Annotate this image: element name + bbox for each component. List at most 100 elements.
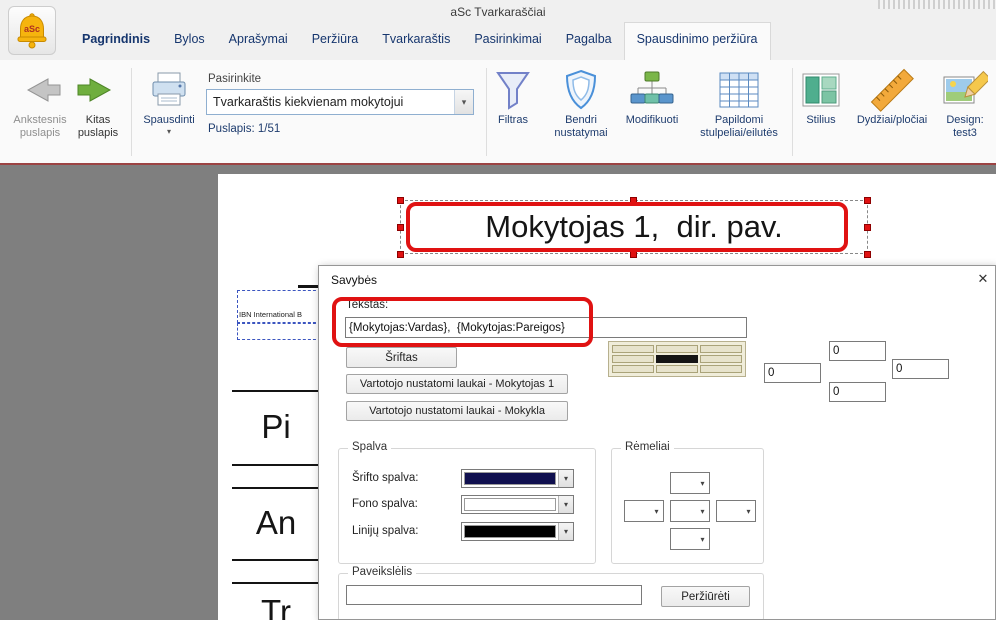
- line-color-select[interactable]: ▾: [461, 522, 574, 541]
- align-cell[interactable]: [656, 345, 698, 353]
- day-cell-tr[interactable]: Tr: [232, 582, 320, 620]
- line-color-arrow[interactable]: ▾: [558, 523, 573, 540]
- selection-handle[interactable]: [630, 251, 637, 258]
- style-button[interactable]: Stilius: [797, 66, 845, 127]
- align-cell[interactable]: [612, 355, 654, 363]
- offset-bottom-input[interactable]: [829, 382, 886, 402]
- print-label: Spausdinti: [143, 114, 194, 127]
- offset-right-input[interactable]: [892, 359, 949, 379]
- selection-handle[interactable]: [397, 251, 404, 258]
- arrow-left-icon: [18, 76, 62, 104]
- design-label-1: Design:: [946, 114, 983, 127]
- extra-columns-button[interactable]: Papildomi stulpeliai/eilutės: [690, 66, 788, 140]
- custom-fields-school-button[interactable]: Vartotojo nustatomi laukai - Mokykla: [346, 401, 568, 421]
- dialog-title: Savybės: [331, 273, 377, 287]
- tab-bylos[interactable]: Bylos: [162, 22, 217, 60]
- annotation-tekstas-highlight: [332, 297, 593, 347]
- bg-color-arrow[interactable]: ▾: [558, 496, 573, 513]
- corner-cell-marquee-2[interactable]: [237, 323, 321, 340]
- timetable-select-arrow[interactable]: ▾: [454, 90, 473, 114]
- filter-button[interactable]: Filtras: [486, 66, 540, 127]
- border-bottom-arrow[interactable]: ▾: [696, 529, 709, 549]
- picture-path-input[interactable]: [346, 585, 642, 605]
- day-label: Tr: [261, 593, 291, 620]
- modify-button[interactable]: Modifikuoti: [617, 66, 687, 127]
- prev-page-label-1: Ankstesnis: [13, 114, 66, 127]
- align-cell[interactable]: [700, 365, 742, 373]
- ruler-icon: [869, 67, 915, 113]
- custom-fields-teacher-button[interactable]: Vartotojo nustatomi laukai - Mokytojas 1: [346, 374, 568, 394]
- general-settings-button[interactable]: Bendri nustatymai: [548, 66, 614, 140]
- bg-color-select[interactable]: ▾: [461, 495, 574, 514]
- align-cell[interactable]: [700, 355, 742, 363]
- table-line: [232, 559, 320, 561]
- style-label: Stilius: [806, 114, 835, 127]
- page-indicator: Puslapis: 1/51: [208, 123, 280, 135]
- color-group-title: Spalva: [348, 441, 391, 453]
- border-left-select[interactable]: ▾: [624, 500, 664, 522]
- tab-aprasymai[interactable]: Aprašymai: [217, 22, 300, 60]
- selection-handle[interactable]: [864, 251, 871, 258]
- style-layout-icon: [802, 73, 840, 107]
- offset-left-input[interactable]: [764, 363, 821, 383]
- align-cell[interactable]: [612, 345, 654, 353]
- print-button[interactable]: Spausdinti ▾: [136, 66, 202, 136]
- border-center-select[interactable]: ▾: [670, 500, 710, 522]
- border-top-select[interactable]: ▾: [670, 472, 710, 494]
- day-cell-an[interactable]: An: [232, 489, 320, 557]
- align-cell-selected[interactable]: [656, 355, 698, 363]
- shield-icon: [563, 69, 599, 111]
- chevron-down-icon: ▾: [564, 527, 568, 536]
- tab-perziura[interactable]: Peržiūra: [300, 22, 371, 60]
- border-center-arrow[interactable]: ▾: [696, 501, 709, 521]
- font-color-select[interactable]: ▾: [461, 469, 574, 488]
- font-button[interactable]: Šriftas: [346, 347, 457, 368]
- day-label: An: [256, 504, 296, 542]
- border-right-arrow[interactable]: ▾: [742, 501, 755, 521]
- prev-page-button[interactable]: Ankstesnis puslapis: [4, 66, 76, 140]
- picture-preview-button[interactable]: Peržiūrėti: [661, 586, 750, 607]
- properties-dialog: Savybės ✕ Tekstas: Šriftas Vartotojo nus…: [318, 265, 996, 620]
- selection-handle[interactable]: [397, 224, 404, 231]
- tab-spausdinimo-perziura[interactable]: Spausdinimo peržiūra: [624, 22, 771, 60]
- next-page-button[interactable]: Kitas puslapis: [70, 66, 126, 140]
- close-button[interactable]: ✕: [975, 271, 991, 287]
- annotation-title-highlight: [406, 202, 848, 252]
- titlebar: aSc Tvarkaraščiai: [0, 0, 996, 22]
- font-color-arrow[interactable]: ▾: [558, 470, 573, 487]
- picture-group-title: Paveikslėlis: [348, 566, 416, 578]
- chevron-down-icon: ▾: [700, 479, 704, 488]
- offset-top-input[interactable]: [829, 341, 886, 361]
- align-cell[interactable]: [656, 365, 698, 373]
- design-pencil-icon: [942, 69, 988, 111]
- design-button[interactable]: Design: test3: [936, 66, 994, 140]
- tab-pagalba[interactable]: Pagalba: [554, 22, 624, 60]
- tab-pagrindinis[interactable]: Pagrindinis: [70, 22, 162, 60]
- chevron-down-icon: ▾: [700, 507, 704, 516]
- table-top-dash: [298, 285, 320, 288]
- day-cell-pi[interactable]: Pi: [232, 392, 320, 462]
- ribbon-separator: [792, 68, 793, 156]
- design-label-2: test3: [953, 127, 977, 140]
- border-left-arrow[interactable]: ▾: [650, 501, 663, 521]
- border-top-arrow[interactable]: ▾: [696, 473, 709, 493]
- border-bottom-select[interactable]: ▾: [670, 528, 710, 550]
- chevron-down-icon: ▾: [654, 507, 658, 516]
- bg-color-swatch: [464, 498, 556, 511]
- selection-handle[interactable]: [864, 197, 871, 204]
- align-cell[interactable]: [612, 365, 654, 373]
- tab-pasirinkimai[interactable]: Pasirinkimai: [462, 22, 553, 60]
- asc-logo[interactable]: aSc: [8, 6, 56, 55]
- svg-text:aSc: aSc: [24, 24, 40, 34]
- timetable-select[interactable]: Tvarkaraštis kiekvienam mokytojui ▾: [206, 89, 474, 115]
- selection-handle[interactable]: [864, 224, 871, 231]
- funnel-icon: [495, 70, 531, 110]
- bg-color-label: Fono spalva:: [352, 498, 418, 510]
- tab-tvarkarastis[interactable]: Tvarkaraštis: [370, 22, 462, 60]
- print-dropdown-caret[interactable]: ▾: [167, 127, 171, 136]
- text-align-selector: [608, 341, 746, 377]
- selection-handle[interactable]: [397, 197, 404, 204]
- sizes-button[interactable]: Dydžiai/pločiai: [848, 66, 936, 127]
- align-cell[interactable]: [700, 345, 742, 353]
- border-right-select[interactable]: ▾: [716, 500, 756, 522]
